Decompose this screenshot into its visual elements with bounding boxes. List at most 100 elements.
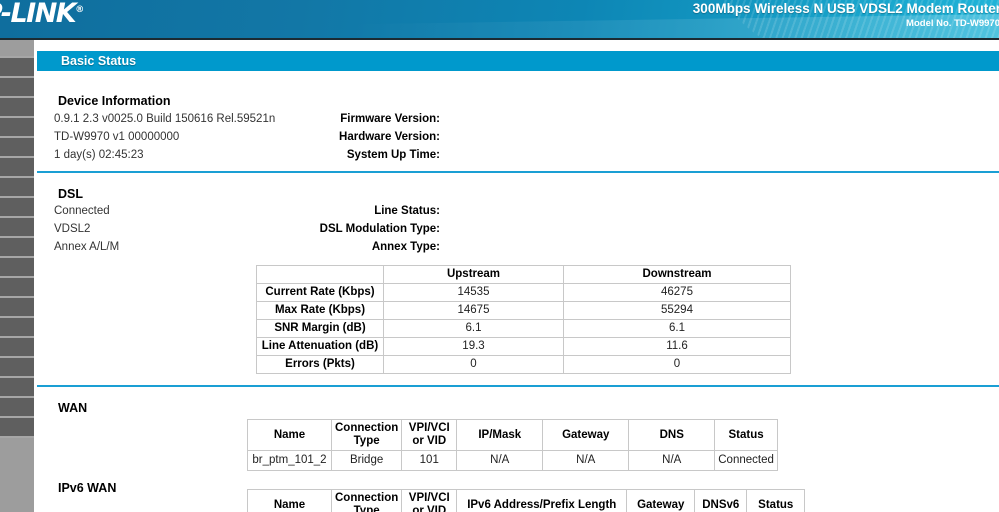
field-value: 0.9.1 2.3 v0025.0 Build 150616 Rel.59521… <box>54 113 275 125</box>
banner-highlight-decoration <box>0 14 999 38</box>
sidebar-item[interactable] <box>0 338 34 358</box>
field-value: TD-W9970 v1 00000000 <box>54 131 179 143</box>
table-header-row: Name Connection Type VPI/VCI or VID IP/M… <box>248 420 778 451</box>
table-cell-upstream: 6.1 <box>384 320 564 338</box>
sidebar-item[interactable] <box>0 278 34 298</box>
table-cell-downstream: 46275 <box>564 284 791 302</box>
table-cell-dns: N/A <box>629 451 715 471</box>
table-header-cell: Connection Type <box>332 490 402 512</box>
section-divider <box>37 385 999 387</box>
sidebar-item[interactable] <box>0 198 34 218</box>
table-header-cell: Name <box>248 420 332 451</box>
table-cell-connection-type: Bridge <box>332 451 402 471</box>
sidebar-item[interactable] <box>0 358 34 378</box>
left-navigation-sidebar[interactable] <box>0 40 34 512</box>
product-title: 300Mbps Wireless N USB VDSL2 Modem Route… <box>693 1 999 16</box>
field-value: Connected <box>54 205 110 217</box>
field-label: Firmware Version: <box>340 113 440 125</box>
table-cell-status: Connected <box>715 451 778 471</box>
table-row: SNR Margin (dB) 6.1 6.1 <box>257 320 791 338</box>
sidebar-item[interactable] <box>0 258 34 278</box>
field-label: Line Status: <box>374 205 440 217</box>
table-header-cell: Status <box>715 420 778 451</box>
sidebar-item[interactable] <box>0 378 34 398</box>
table-header-cell: Gateway <box>627 490 695 512</box>
table-cell-downstream: 0 <box>564 356 791 374</box>
table-header-row: Upstream Downstream <box>257 266 791 284</box>
table-row: Current Rate (Kbps) 14535 46275 <box>257 284 791 302</box>
table-row: Line Attenuation (dB) 19.3 11.6 <box>257 338 791 356</box>
sidebar-item[interactable] <box>0 58 34 78</box>
sidebar-item[interactable] <box>0 78 34 98</box>
sidebar-item[interactable] <box>0 40 34 58</box>
table-row: Max Rate (Kbps) 14675 55294 <box>257 302 791 320</box>
model-number: Model No. TD-W9970 <box>906 18 999 29</box>
table-cell-metric: SNR Margin (dB) <box>257 320 384 338</box>
sidebar-item[interactable] <box>0 158 34 178</box>
sidebar-item[interactable] <box>0 138 34 158</box>
table-cell-upstream: 0 <box>384 356 564 374</box>
field-label: System Up Time: <box>347 149 440 161</box>
field-value: 1 day(s) 02:45:23 <box>54 149 144 161</box>
table-cell-downstream: 11.6 <box>564 338 791 356</box>
table-header-cell: DNSv6 <box>695 490 747 512</box>
table-header-cell: IP/Mask <box>457 420 543 451</box>
table-header-cell: Connection Type <box>332 420 402 451</box>
section-divider <box>37 171 999 173</box>
table-header-cell: Downstream <box>564 266 791 284</box>
table-cell-upstream: 19.3 <box>384 338 564 356</box>
table-header-cell: Name <box>248 490 332 512</box>
table-header-cell: Upstream <box>384 266 564 284</box>
site-header-banner: TP-LINK® 300Mbps Wireless N USB VDSL2 Mo… <box>0 0 999 38</box>
sidebar-item[interactable] <box>0 398 34 418</box>
field-value: Annex A/L/M <box>54 241 119 253</box>
table-cell-upstream: 14675 <box>384 302 564 320</box>
sidebar-item[interactable] <box>0 218 34 238</box>
table-cell-metric: Line Attenuation (dB) <box>257 338 384 356</box>
table-cell-name: br_ptm_101_2 <box>248 451 332 471</box>
section-heading-ipv6-wan: IPv6 WAN <box>58 481 116 495</box>
sidebar-item[interactable] <box>0 298 34 318</box>
wan-table: Name Connection Type VPI/VCI or VID IP/M… <box>247 419 778 471</box>
field-label: DSL Modulation Type: <box>320 223 440 235</box>
sidebar-item[interactable] <box>0 118 34 138</box>
section-heading-wan: WAN <box>58 401 87 415</box>
registered-trademark-icon: ® <box>75 5 83 15</box>
section-heading-dsl: DSL <box>58 187 83 201</box>
table-row: Errors (Pkts) 0 0 <box>257 356 791 374</box>
table-cell-downstream: 6.1 <box>564 320 791 338</box>
table-cell-ip-mask: N/A <box>457 451 543 471</box>
table-header-cell: IPv6 Address/Prefix Length <box>457 490 627 512</box>
main-content-area: Basic Status Device Information Firmware… <box>34 40 999 512</box>
table-row: br_ptm_101_2 Bridge 101 N/A N/A N/A Conn… <box>248 451 778 471</box>
tp-link-logo: TP-LINK® <box>0 0 83 29</box>
table-header-cell: VPI/VCI or VID <box>402 420 457 451</box>
sidebar-item[interactable] <box>0 418 34 438</box>
logo-wordmark: TP-LINK <box>0 0 75 29</box>
table-cell-upstream: 14535 <box>384 284 564 302</box>
table-header-cell <box>257 266 384 284</box>
dsl-statistics-table: Upstream Downstream Current Rate (Kbps) … <box>256 265 791 374</box>
table-header-cell: VPI/VCI or VID <box>402 490 457 512</box>
table-header-cell: Gateway <box>543 420 629 451</box>
table-cell-vpi-vci-vid: 101 <box>402 451 457 471</box>
sidebar-item[interactable] <box>0 438 34 478</box>
field-value: VDSL2 <box>54 223 90 235</box>
table-cell-gateway: N/A <box>543 451 629 471</box>
table-header-cell: Status <box>747 490 805 512</box>
ipv6-wan-table: Name Connection Type VPI/VCI or VID IPv6… <box>247 489 805 512</box>
sidebar-item[interactable] <box>0 318 34 338</box>
sidebar-item[interactable] <box>0 98 34 118</box>
field-label: Annex Type: <box>372 241 440 253</box>
sidebar-item[interactable] <box>0 238 34 258</box>
page-title: Basic Status <box>37 51 999 71</box>
table-header-row: Name Connection Type VPI/VCI or VID IPv6… <box>248 490 805 512</box>
table-cell-downstream: 55294 <box>564 302 791 320</box>
table-cell-metric: Current Rate (Kbps) <box>257 284 384 302</box>
sidebar-item[interactable] <box>0 178 34 198</box>
table-cell-metric: Errors (Pkts) <box>257 356 384 374</box>
table-header-cell: DNS <box>629 420 715 451</box>
table-cell-metric: Max Rate (Kbps) <box>257 302 384 320</box>
section-heading-device-information: Device Information <box>58 94 171 108</box>
field-label: Hardware Version: <box>339 131 440 143</box>
